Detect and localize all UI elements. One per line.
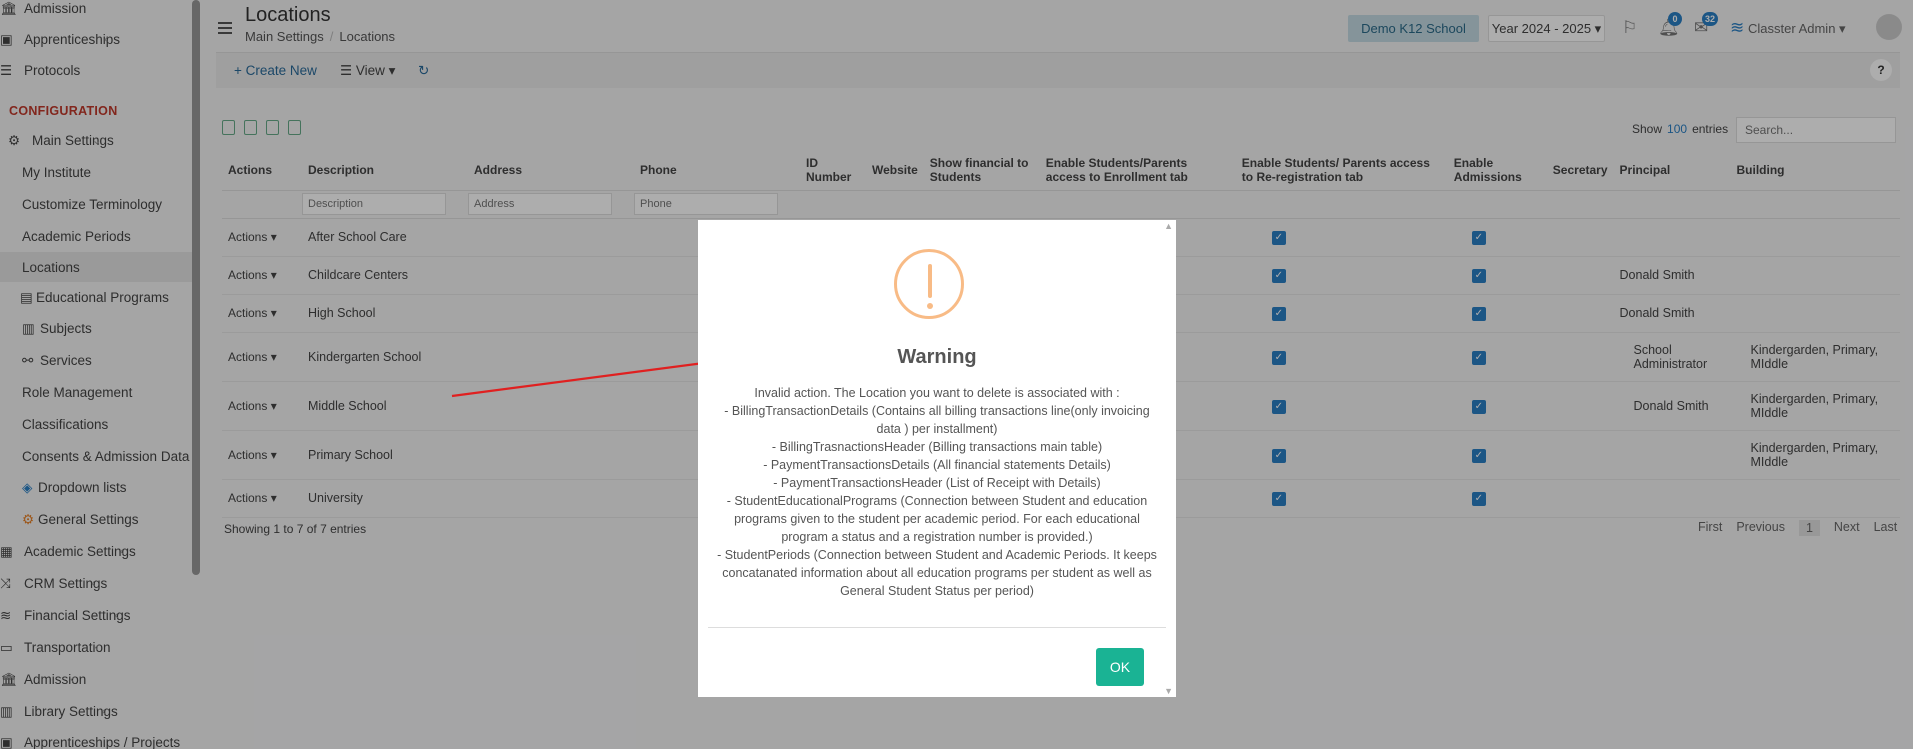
dialog-message: Invalid action. The Location you want to…: [717, 386, 1157, 598]
dialog-title: Warning: [897, 346, 977, 368]
dialog-divider: [708, 627, 1166, 628]
scroll-down-icon[interactable]: ▼: [1164, 686, 1173, 696]
warning-dialog: ▲ Warning Invalid action. The Location y…: [698, 220, 1176, 697]
warning-icon: [894, 249, 964, 319]
scroll-up-icon[interactable]: ▲: [1164, 221, 1173, 231]
ok-button[interactable]: OK: [1096, 648, 1144, 686]
